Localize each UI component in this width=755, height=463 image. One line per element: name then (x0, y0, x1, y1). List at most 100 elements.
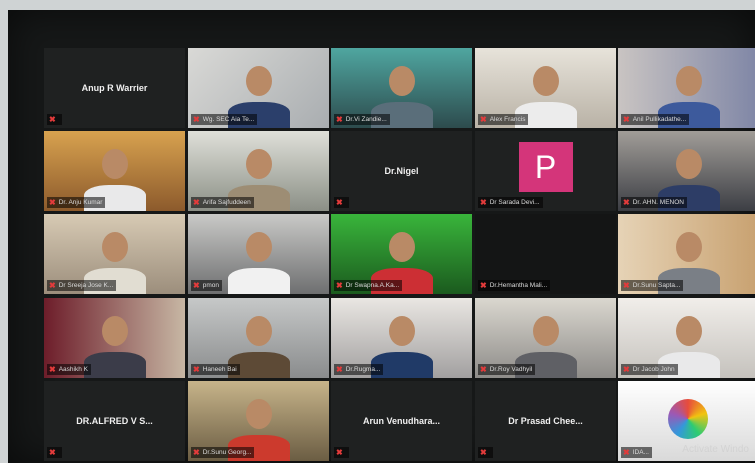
participant-tile[interactable]: ✖ Dr Swapna.A.Ka... (331, 214, 472, 294)
participant-tile[interactable]: Arun Venudhara... ✖ (331, 381, 472, 461)
participant-name: Dr Prasad Chee... (508, 416, 583, 426)
avatar-initial: P (518, 142, 573, 192)
name-label-bar: ✖ pmon (191, 280, 222, 291)
muted-mic-icon: ✖ (623, 115, 630, 124)
participant-tile[interactable]: P ✖ Dr Sarada Devi... (475, 131, 616, 211)
participant-face (533, 316, 559, 346)
participant-tile[interactable]: Dr.Nigel ✖ (331, 131, 472, 211)
participant-tile[interactable]: ✖ Dr.Sunu Georg... (188, 381, 329, 461)
participant-tile[interactable]: ✖ Anil Pullikadathe... (618, 48, 755, 128)
participant-name: Anup R Warrier (81, 83, 148, 93)
muted-mic-icon: ✖ (336, 198, 343, 207)
participant-tile[interactable]: ✖ Dr.Roy Vadhyil (475, 298, 616, 378)
muted-mic-icon: ✖ (49, 448, 56, 457)
participant-display-name: Dr Sarada Devi... (489, 199, 540, 206)
name-label-bar: ✖ Wg. SEC Aia Te... (191, 114, 258, 125)
participant-face (246, 399, 272, 429)
name-label-bar: ✖ Dr.Sunu Georg... (191, 447, 255, 458)
name-label-bar: ✖ Dr Sarada Devi... (478, 197, 543, 208)
participant-name: Dr.Nigel (384, 166, 419, 176)
muted-mic-icon: ✖ (193, 115, 200, 124)
participant-tile[interactable]: Dr Prasad Chee... ✖ (475, 381, 616, 461)
participant-face (246, 149, 272, 179)
participant-tile[interactable]: ✖ Dr. AHN. MENON (618, 131, 755, 211)
participant-display-name: Dr Swapna.A.Ka... (345, 282, 400, 289)
name-label-bar: ✖ Anil Pullikadathe... (621, 114, 690, 125)
muted-mic-icon: ✖ (336, 281, 343, 290)
participant-tile[interactable]: ✖ Dr.Hemantha Mali... (475, 214, 616, 294)
participant-tile[interactable]: ✖ Dr.Vi Zandie... (331, 48, 472, 128)
participant-display-name: Aashikh K (58, 366, 88, 373)
name-label-bar: ✖ (334, 447, 349, 458)
participant-tile[interactable]: ✖ pmon (188, 214, 329, 294)
muted-mic-icon: ✖ (49, 115, 56, 124)
participant-tile[interactable]: ✖ Arifa Sajfuddeen (188, 131, 329, 211)
participant-display-name: Dr.Vi Zandie... (345, 116, 387, 123)
participant-display-name: Alex Francis (489, 116, 526, 123)
muted-mic-icon: ✖ (193, 198, 200, 207)
participant-face (676, 316, 702, 346)
muted-mic-icon: ✖ (193, 448, 200, 457)
participant-display-name: Dr. Anju Kumar (58, 199, 103, 206)
participant-name: DR.ALFRED V S... (76, 416, 153, 426)
participant-tile[interactable]: DR.ALFRED V S... ✖ (44, 381, 185, 461)
participant-face (102, 316, 128, 346)
name-label-bar: ✖ (47, 114, 62, 125)
participant-display-name: Wg. SEC Aia Te... (202, 116, 255, 123)
name-label-bar: ✖ Dr.Hemantha Mali... (478, 280, 551, 291)
participant-display-name: Dr. AHN. MENON (632, 199, 684, 206)
name-label-bar: ✖ Dr Swapna.A.Ka... (334, 280, 403, 291)
participant-tile[interactable]: Anup R Warrier ✖ (44, 48, 185, 128)
name-label-bar: ✖ Haneeh Bai (191, 364, 240, 375)
muted-mic-icon: ✖ (623, 448, 630, 457)
name-label-bar: ✖ Alex Francis (478, 114, 529, 125)
participant-tile[interactable]: ✖ Aashikh K (44, 298, 185, 378)
participant-face (246, 232, 272, 262)
muted-mic-icon: ✖ (480, 281, 487, 290)
participant-face (246, 66, 272, 96)
name-label-bar: ✖ Dr. Anju Kumar (47, 197, 106, 208)
participant-display-name: Dr Sreeja Jose K... (58, 282, 114, 289)
name-label-bar: ✖ (478, 447, 493, 458)
participant-face (389, 316, 415, 346)
participant-display-name: Dr.Sunu Georg... (202, 449, 252, 456)
name-label-bar: ✖ (334, 197, 349, 208)
participant-tile[interactable]: ✖ Haneeh Bai (188, 298, 329, 378)
muted-mic-icon: ✖ (49, 198, 56, 207)
participant-display-name: Anil Pullikadathe... (632, 116, 687, 123)
participant-figure (84, 352, 146, 378)
participant-face (102, 149, 128, 179)
participant-tile[interactable]: ✖ Dr.Rugma... (331, 298, 472, 378)
muted-mic-icon: ✖ (623, 365, 630, 374)
muted-mic-icon: ✖ (49, 365, 56, 374)
name-label-bar: ✖ (47, 447, 62, 458)
participant-tile[interactable]: ✖ Alex Francis (475, 48, 616, 128)
participant-display-name: Dr.Roy Vadhyil (489, 366, 533, 373)
participant-display-name: Arifa Sajfuddeen (202, 199, 251, 206)
participant-tile[interactable]: ✖ Dr.Sunu Sapta... (618, 214, 755, 294)
participant-figure (228, 268, 290, 294)
participant-display-name: IDA... (632, 449, 649, 456)
participant-face (389, 66, 415, 96)
participant-display-name: Dr.Sunu Sapta... (632, 282, 681, 289)
participant-face (676, 66, 702, 96)
muted-mic-icon: ✖ (193, 281, 200, 290)
participant-tile[interactable]: ✖ Dr. Anju Kumar (44, 131, 185, 211)
muted-mic-icon: ✖ (193, 365, 200, 374)
name-label-bar: ✖ Dr.Vi Zandie... (334, 114, 390, 125)
participant-face (676, 232, 702, 262)
participant-display-name: Dr Jacob John (632, 366, 675, 373)
muted-mic-icon: ✖ (480, 448, 487, 457)
participant-name: Arun Venudhara... (362, 416, 440, 426)
name-label-bar: ✖ Dr Jacob John (621, 364, 678, 375)
muted-mic-icon: ✖ (49, 281, 56, 290)
participant-face (389, 232, 415, 262)
name-label-bar: ✖ Arifa Sajfuddeen (191, 197, 254, 208)
participant-tile[interactable]: ✖ Dr Sreeja Jose K... (44, 214, 185, 294)
participant-face (246, 316, 272, 346)
participant-face (533, 66, 559, 96)
muted-mic-icon: ✖ (480, 198, 487, 207)
participant-tile[interactable]: ✖ Wg. SEC Aia Te... (188, 48, 329, 128)
muted-mic-icon: ✖ (623, 281, 630, 290)
participant-tile[interactable]: ✖ Dr Jacob John (618, 298, 755, 378)
